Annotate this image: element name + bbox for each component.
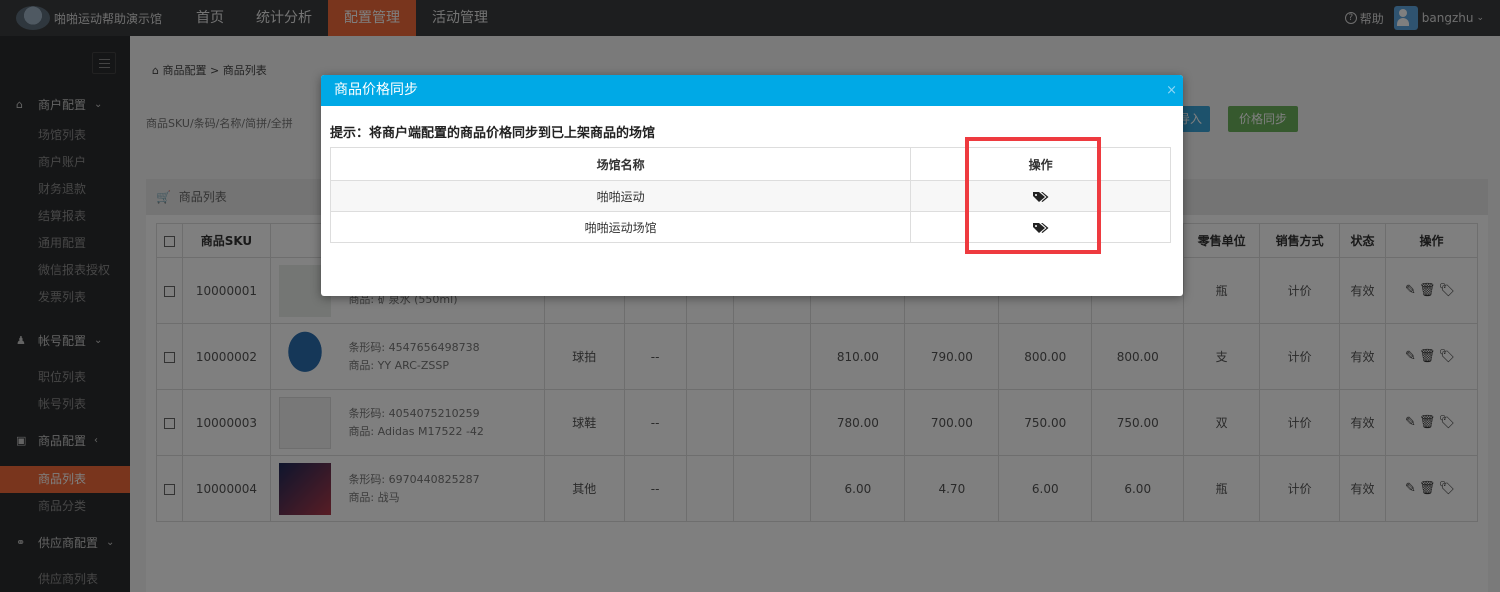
highlight-box xyxy=(965,137,1101,254)
modal-tip: 提示：将商户端配置的商品价格同步到已上架商品的场馆 xyxy=(330,126,656,141)
column-header-venue: 场馆名称 xyxy=(329,147,912,181)
close-icon[interactable]: × xyxy=(1166,75,1177,106)
modal-title: 商品价格同步 xyxy=(334,82,418,98)
venue-name: 啪啪运动 xyxy=(329,180,912,212)
modal-header: 商品价格同步 × xyxy=(321,75,1183,106)
venue-name: 啪啪运动场馆 xyxy=(329,211,912,243)
